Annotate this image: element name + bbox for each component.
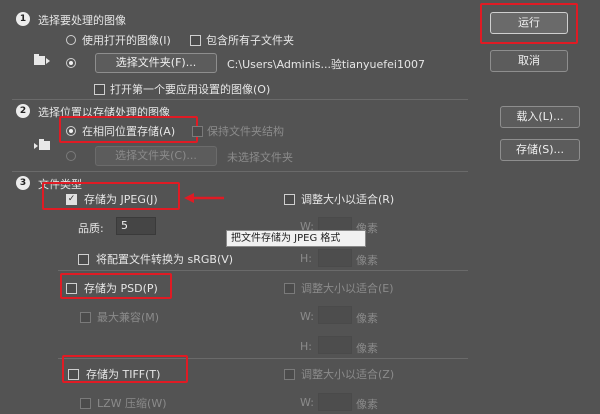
tiff-width-label: W: — [300, 396, 314, 409]
choose-destination-folder-radio[interactable] — [66, 151, 76, 161]
jpeg-resize-label: 调整大小以适合(R) — [301, 193, 395, 206]
keep-folder-structure-checkbox[interactable] — [192, 126, 203, 137]
save-as-tiff-label: 存储为 TIFF(T) — [86, 368, 161, 381]
psd-resize-label: 调整大小以适合(E) — [301, 282, 394, 295]
use-open-images-radio[interactable] — [66, 35, 76, 45]
psd-resize-checkbox[interactable] — [284, 283, 295, 294]
save-as-psd-label: 存储为 PSD(P) — [84, 282, 158, 295]
open-first-image-checkbox[interactable] — [94, 84, 105, 95]
psd-width-label: W: — [300, 310, 314, 323]
same-location-label: 在相同位置存储(A) — [82, 125, 176, 138]
psd-width-unit: 像素 — [356, 312, 378, 325]
divider — [12, 171, 468, 172]
section-1-number: 1 — [16, 12, 30, 26]
max-compat-checkbox[interactable] — [80, 312, 91, 323]
tiff-resize-checkbox[interactable] — [284, 369, 295, 380]
red-arrow-icon — [184, 193, 224, 203]
same-location-radio[interactable] — [66, 126, 76, 136]
no-folder-selected-text: 未选择文件夹 — [227, 151, 293, 164]
divider — [12, 99, 468, 100]
jpeg-resize-checkbox[interactable] — [284, 194, 295, 205]
convert-srgb-label: 将配置文件转换为 sRGB(V) — [96, 253, 234, 266]
lzw-checkbox[interactable] — [80, 398, 91, 409]
folder-destination-icon — [34, 139, 50, 151]
tiff-width-unit: 像素 — [356, 398, 378, 411]
quality-label: 品质: — [78, 222, 104, 235]
psd-width-input[interactable] — [318, 306, 352, 324]
save-as-jpeg-checkbox[interactable]: ✓ — [66, 194, 77, 205]
psd-height-input[interactable] — [318, 336, 352, 354]
save-as-psd-checkbox[interactable] — [66, 283, 77, 294]
include-subfolders-checkbox[interactable] — [190, 35, 201, 46]
run-button[interactable]: 运行 — [490, 12, 568, 34]
jpeg-tooltip: 把文件存储为 JPEG 格式 — [226, 230, 366, 247]
convert-srgb-checkbox[interactable] — [78, 254, 89, 265]
keep-folder-structure-label: 保持文件夹结构 — [207, 125, 284, 138]
section-3-number: 3 — [16, 176, 30, 190]
source-path-text: C:\Users\Adminis...验tianyuefei1007 — [227, 58, 425, 71]
quality-input[interactable]: 5 — [116, 217, 156, 235]
tiff-width-input[interactable] — [318, 393, 352, 411]
folder-source-icon — [34, 54, 50, 66]
cancel-button[interactable]: 取消 — [490, 50, 568, 72]
include-subfolders-label: 包含所有子文件夹 — [206, 34, 294, 47]
section-2-number: 2 — [16, 104, 30, 118]
max-compat-label: 最大兼容(M) — [97, 311, 160, 324]
use-open-images-label: 使用打开的图像(I) — [82, 34, 171, 47]
jpeg-height-unit: 像素 — [356, 254, 378, 267]
save-as-jpeg-label: 存储为 JPEG(J) — [84, 193, 158, 206]
lzw-label: LZW 压缩(W) — [97, 397, 167, 410]
save-settings-button[interactable]: 存储(S)... — [500, 139, 580, 161]
save-as-tiff-checkbox[interactable] — [68, 369, 79, 380]
psd-height-label: H: — [300, 340, 312, 353]
tiff-resize-label: 调整大小以适合(Z) — [301, 368, 395, 381]
choose-destination-folder-button[interactable]: 选择文件夹(C)... — [95, 146, 217, 166]
divider — [58, 270, 468, 271]
section-1-title: 选择要处理的图像 — [38, 14, 126, 27]
choose-source-folder-button[interactable]: 选择文件夹(F)... — [95, 53, 217, 73]
open-first-image-label: 打开第一个要应用设置的图像(O) — [110, 83, 271, 96]
psd-height-unit: 像素 — [356, 342, 378, 355]
load-button[interactable]: 载入(L)... — [500, 106, 580, 128]
jpeg-height-label: H: — [300, 252, 312, 265]
jpeg-height-input[interactable] — [318, 249, 352, 267]
choose-source-folder-radio[interactable] — [66, 58, 76, 68]
